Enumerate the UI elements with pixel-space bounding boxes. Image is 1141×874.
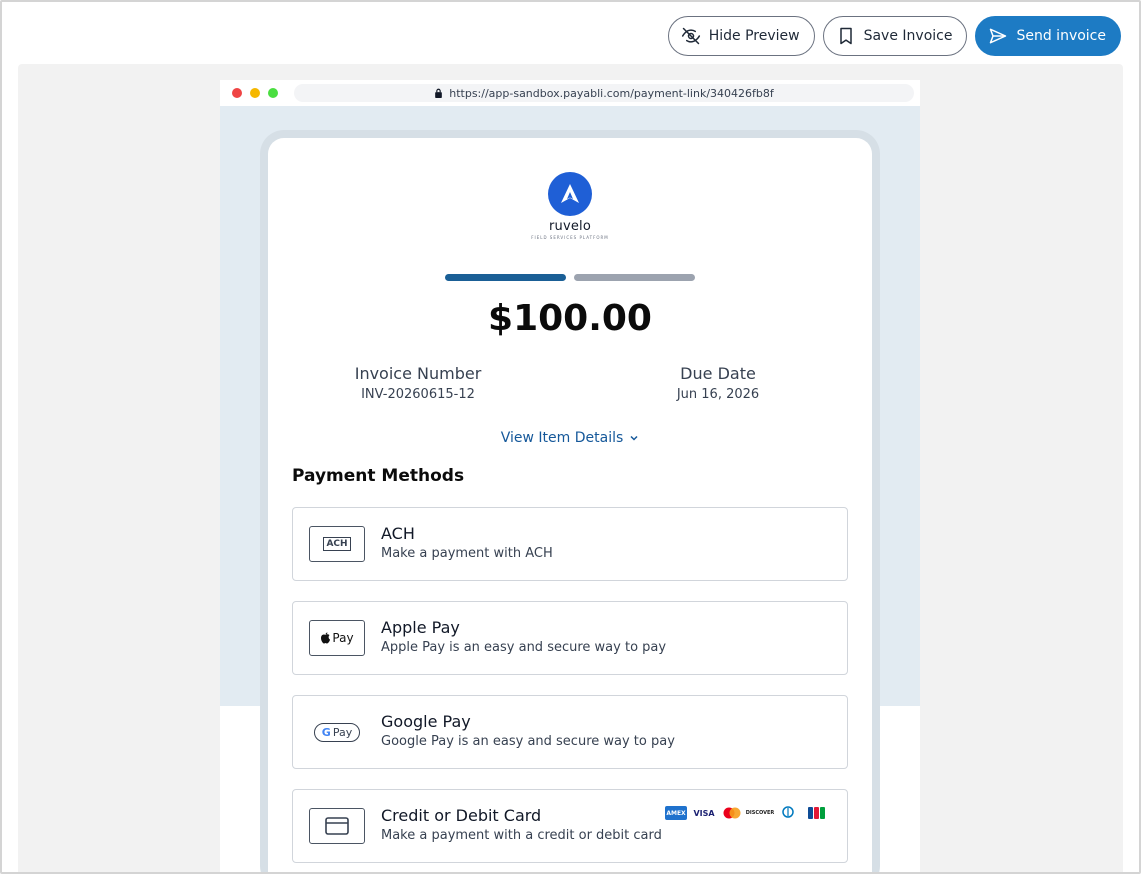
payment-method-google-pay[interactable]: G Pay Google Pay Google Pay is an easy a…: [292, 695, 848, 769]
payment-method-description: Make a payment with a credit or debit ca…: [381, 828, 662, 843]
url-bar: https://app-sandbox.payabli.com/payment-…: [294, 84, 914, 102]
hide-preview-button[interactable]: Hide Preview: [667, 16, 815, 56]
chevron-down-icon: [630, 435, 638, 441]
hide-preview-label: Hide Preview: [708, 28, 800, 44]
browser-bar: https://app-sandbox.payabli.com/payment-…: [220, 80, 920, 106]
payment-method-description: Google Pay is an easy and secure way to …: [381, 734, 675, 749]
payment-method-name: ACH: [381, 524, 415, 543]
payment-method-ach[interactable]: ACH ACH Make a payment with ACH: [292, 507, 848, 581]
amex-icon: AMEX: [665, 806, 687, 820]
due-date-block: Due Date Jun 16, 2026: [618, 364, 818, 402]
send-invoice-button[interactable]: Send invoice: [975, 16, 1121, 56]
apple-pay-logo-icon: Pay: [309, 620, 365, 656]
lock-icon: [435, 88, 443, 98]
invoice-number-label: Invoice Number: [354, 364, 482, 383]
payment-method-card[interactable]: Credit or Debit Card Make a payment with…: [292, 789, 848, 863]
card-brands: AMEX VISA DISCOVER: [665, 806, 827, 820]
due-date-label: Due Date: [680, 364, 756, 383]
invoice-amount: $100.00: [488, 298, 652, 339]
browser-preview: https://app-sandbox.payabli.com/payment-…: [220, 80, 920, 872]
invoice-number-value: INV-20260615-12: [361, 387, 475, 402]
visa-icon: VISA: [693, 808, 715, 818]
app-frame: Hide Preview Save Invoice Send invoice h…: [0, 0, 1141, 874]
save-invoice-label: Save Invoice: [863, 28, 953, 44]
brand-logo: ruvelo FIELD SERVICES PLATFORM: [268, 172, 872, 240]
payment-method-description: Make a payment with ACH: [381, 546, 553, 561]
payment-method-apple-pay[interactable]: Pay Apple Pay Apple Pay is an easy and s…: [292, 601, 848, 675]
send-icon: [990, 28, 1007, 44]
progress-step-active: [445, 274, 566, 281]
discover-icon: DISCOVER: [745, 810, 775, 816]
ach-logo-icon: ACH: [309, 526, 365, 562]
invoice-number-block: Invoice Number INV-20260615-12: [318, 364, 518, 402]
progress-step-inactive: [574, 274, 695, 281]
bookmark-icon: [839, 27, 852, 45]
minimize-dot-icon: [250, 88, 260, 98]
progress-steps: [445, 274, 695, 281]
due-date-value: Jun 16, 2026: [676, 387, 760, 402]
brand-tagline: FIELD SERVICES PLATFORM: [531, 235, 609, 240]
payment-method-name: Apple Pay: [381, 618, 460, 637]
brand-name: ruvelo: [548, 219, 592, 234]
view-item-details-link[interactable]: View Item Details: [268, 430, 872, 446]
payment-method-name: Google Pay: [381, 712, 471, 731]
preview-canvas: https://app-sandbox.payabli.com/payment-…: [18, 64, 1123, 872]
ruvelo-logo-icon: [548, 172, 592, 216]
credit-card-icon: [309, 808, 365, 844]
diners-club-icon: [777, 806, 799, 820]
jcb-icon: [805, 806, 827, 820]
save-invoice-button[interactable]: Save Invoice: [822, 16, 968, 56]
view-item-details-label: View Item Details: [500, 430, 624, 446]
url-text: https://app-sandbox.payabli.com/payment-…: [449, 86, 774, 100]
payment-method-name: Credit or Debit Card: [381, 806, 542, 825]
close-dot-icon: [232, 88, 242, 98]
mastercard-icon: [721, 806, 743, 820]
send-invoice-label: Send invoice: [1016, 28, 1106, 44]
payment-card: ruvelo FIELD SERVICES PLATFORM $100.00 I…: [268, 138, 872, 872]
toolbar: Hide Preview Save Invoice Send invoice: [667, 16, 1121, 56]
payment-methods-title: Payment Methods: [292, 466, 465, 486]
payment-method-description: Apple Pay is an easy and secure way to p…: [381, 640, 667, 655]
eye-off-icon: [681, 27, 700, 45]
maximize-dot-icon: [268, 88, 278, 98]
google-pay-logo-icon: G Pay: [309, 714, 365, 750]
